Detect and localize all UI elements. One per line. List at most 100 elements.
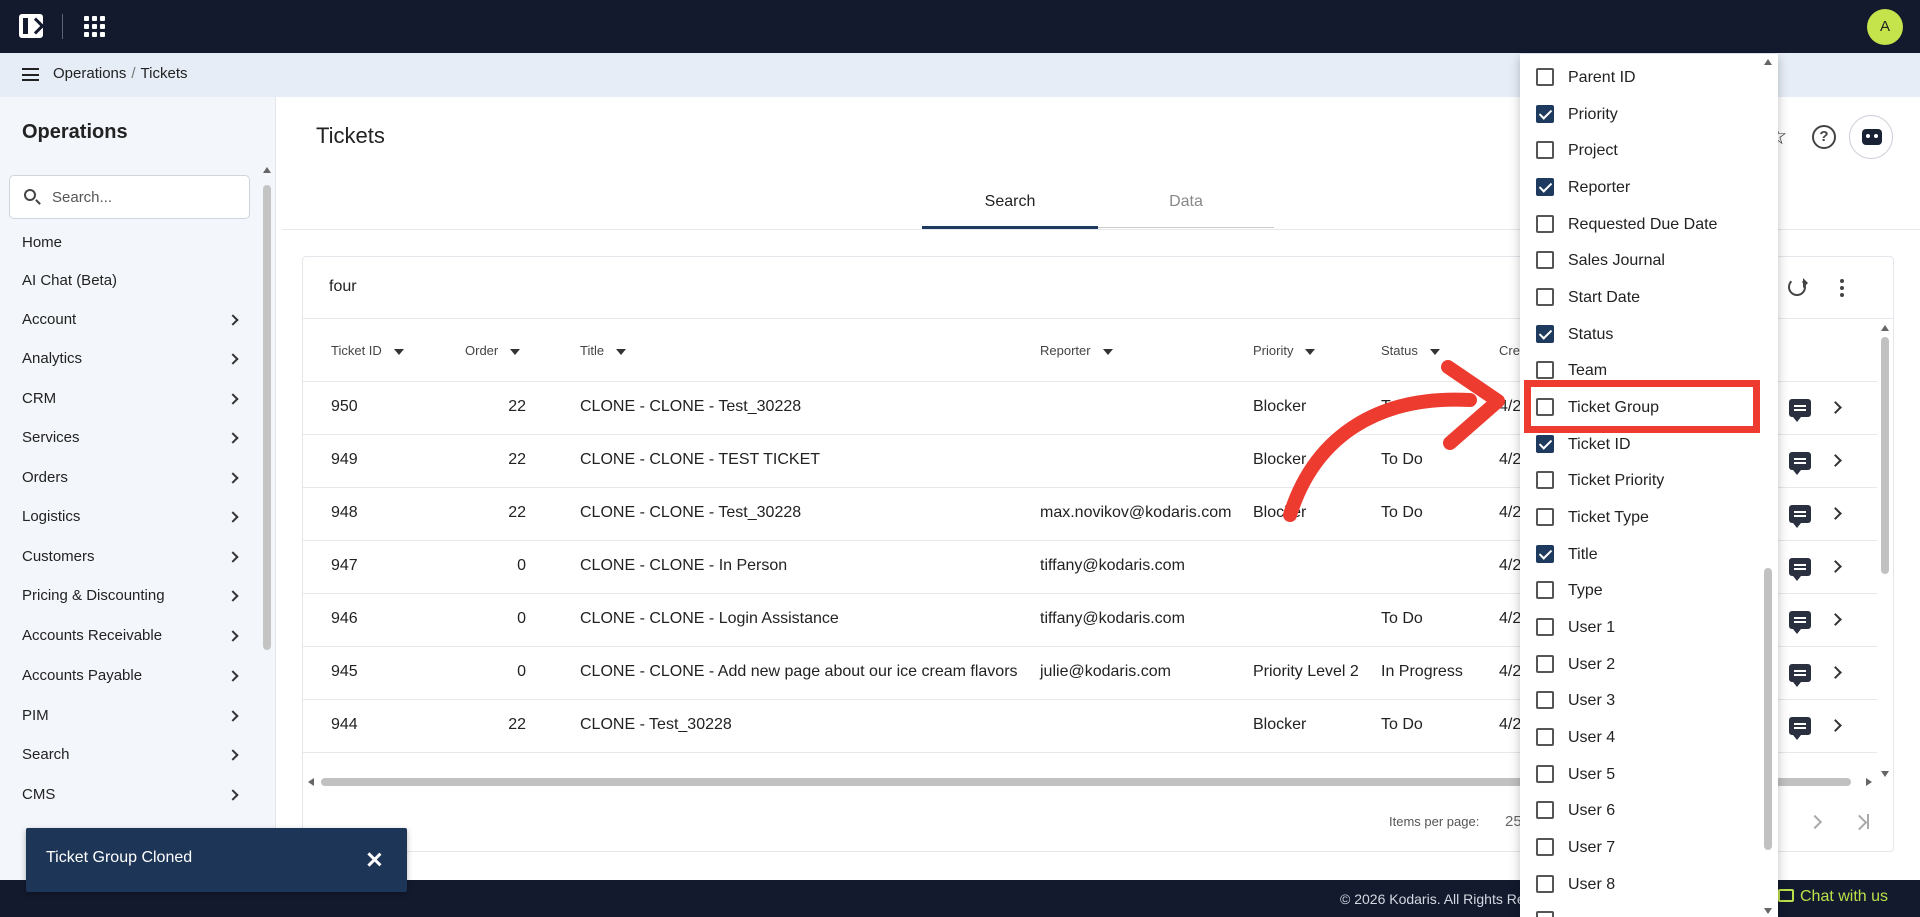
checkbox[interactable] [1536, 361, 1554, 379]
column-option-reporter[interactable]: Reporter [1520, 178, 1738, 208]
refresh-icon[interactable] [1788, 278, 1808, 296]
last-page-icon[interactable] [1853, 813, 1871, 831]
column-option-user-6[interactable]: User 6 [1520, 801, 1738, 831]
comment-icon[interactable] [1789, 452, 1811, 475]
comment-icon[interactable] [1789, 664, 1811, 687]
column-option-ticket-id[interactable]: Ticket ID [1520, 435, 1738, 465]
checkbox[interactable] [1536, 875, 1554, 893]
column-option-title[interactable]: Title [1520, 545, 1738, 575]
table-vertical-scrollbar[interactable] [1880, 323, 1890, 777]
sidebar-item-pricing[interactable]: Pricing & Discounting [22, 587, 239, 611]
comment-icon[interactable] [1789, 611, 1811, 634]
checkbox-checked[interactable] [1536, 545, 1554, 563]
comment-icon[interactable] [1789, 717, 1811, 740]
column-option-requested-due-date[interactable]: Requested Due Date [1520, 215, 1738, 245]
column-option-priority[interactable]: Priority [1520, 105, 1738, 135]
column-option-sales-journal[interactable]: Sales Journal [1520, 251, 1738, 281]
checkbox[interactable] [1536, 911, 1554, 917]
comment-icon[interactable] [1789, 399, 1811, 422]
sidebar-item-account[interactable]: Account [22, 311, 239, 335]
sidebar-item-analytics[interactable]: Analytics [22, 350, 239, 374]
option-label: Ticket Type [1568, 509, 1649, 526]
column-option-user-8[interactable]: User 8 [1520, 875, 1738, 905]
checkbox[interactable] [1536, 581, 1554, 599]
column-option-user-2[interactable]: User 2 [1520, 655, 1738, 685]
column-header-order[interactable]: Order [465, 343, 521, 358]
sort-caret-icon[interactable] [616, 348, 627, 355]
tab-data[interactable]: Data [1098, 193, 1274, 211]
sidebar-item-logistics[interactable]: Logistics [22, 508, 239, 532]
checkbox[interactable] [1536, 215, 1554, 233]
column-option-status[interactable]: Status [1520, 325, 1738, 355]
column-option-user-3[interactable]: User 3 [1520, 691, 1738, 721]
column-header-title[interactable]: Title [580, 343, 627, 358]
close-icon[interactable] [364, 850, 384, 870]
search-query[interactable]: four [329, 278, 357, 296]
checkbox[interactable] [1536, 728, 1554, 746]
checkbox[interactable] [1536, 765, 1554, 783]
column-option-user-7[interactable]: User 7 [1520, 838, 1738, 868]
checkbox[interactable] [1536, 801, 1554, 819]
sort-caret-icon[interactable] [1305, 348, 1316, 355]
sidebar-item-customers[interactable]: Customers [22, 548, 239, 572]
sidebar-item-services[interactable]: Services [22, 429, 239, 453]
sidebar-item-pim[interactable]: PIM [22, 707, 239, 731]
more-options-icon[interactable] [1840, 279, 1844, 297]
sort-caret-icon[interactable] [393, 348, 404, 355]
sidebar-item-orders[interactable]: Orders [22, 469, 239, 493]
column-option-parent-id[interactable]: Parent ID [1520, 68, 1738, 98]
column-option-start-date[interactable]: Start Date [1520, 288, 1738, 318]
checkbox[interactable] [1536, 471, 1554, 489]
column-option-user-5[interactable]: User 5 [1520, 765, 1738, 795]
menu-icon[interactable] [22, 68, 39, 81]
sort-caret-icon[interactable] [1102, 348, 1113, 355]
checkbox[interactable] [1536, 655, 1554, 673]
copyright-text: © 2026 Kodaris. All Rights Re [1340, 891, 1520, 907]
sidebar-item-search[interactable]: Search [22, 746, 239, 770]
sidebar-item-accounts-payable[interactable]: Accounts Payable [22, 667, 239, 691]
sidebar-item-crm[interactable]: CRM [22, 390, 239, 414]
checkbox[interactable] [1536, 288, 1554, 306]
sidebar-item-cms[interactable]: CMS [22, 786, 239, 810]
chat-button[interactable]: Chat with us [1778, 888, 1888, 906]
ai-assistant-button[interactable] [1849, 115, 1893, 159]
help-icon[interactable]: ? [1812, 125, 1836, 149]
sidebar-item-ai-chat[interactable]: AI Chat (Beta) [22, 272, 237, 296]
comment-icon[interactable] [1789, 505, 1811, 528]
column-option-ticket-priority[interactable]: Ticket Priority [1520, 471, 1738, 501]
tab-search[interactable]: Search [922, 193, 1098, 211]
checkbox-checked[interactable] [1536, 178, 1554, 196]
column-header-reporter[interactable]: Reporter [1040, 343, 1113, 358]
column-option-partial[interactable] [1520, 911, 1738, 917]
sidebar-item-home[interactable]: Home [22, 234, 237, 258]
column-option-user-4[interactable]: User 4 [1520, 728, 1738, 758]
checkbox-checked[interactable] [1536, 435, 1554, 453]
checkbox[interactable] [1536, 251, 1554, 269]
checkbox[interactable] [1536, 838, 1554, 856]
comment-icon[interactable] [1789, 558, 1811, 581]
column-header-ticket-id[interactable]: Ticket ID [331, 343, 404, 358]
column-option-project[interactable]: Project [1520, 141, 1738, 171]
breadcrumb-section[interactable]: Operations [53, 65, 126, 82]
checkbox[interactable] [1536, 618, 1554, 636]
checkbox[interactable] [1536, 508, 1554, 526]
sidebar-scrollbar[interactable] [263, 167, 271, 733]
sidebar-item-accounts-receivable[interactable]: Accounts Receivable [22, 627, 239, 651]
column-option-user-1[interactable]: User 1 [1520, 618, 1738, 648]
cell-ticket-id: 949 [331, 451, 358, 468]
column-option-type[interactable]: Type [1520, 581, 1738, 611]
checkbox-checked[interactable] [1536, 325, 1554, 343]
sort-caret-icon[interactable] [510, 348, 521, 355]
checkbox[interactable] [1536, 691, 1554, 709]
kodaris-logo[interactable] [19, 14, 43, 38]
checkbox[interactable] [1536, 141, 1554, 159]
checkbox-checked[interactable] [1536, 105, 1554, 123]
user-avatar[interactable]: A [1867, 9, 1903, 45]
checkbox[interactable] [1536, 68, 1554, 86]
apps-grid-icon[interactable] [84, 16, 105, 37]
column-picker-scrollbar[interactable] [1763, 56, 1773, 916]
column-option-ticket-type[interactable]: Ticket Type [1520, 508, 1738, 538]
sidebar-search[interactable] [9, 175, 250, 219]
sidebar-search-input[interactable] [52, 186, 242, 208]
sort-caret-icon[interactable] [1429, 348, 1440, 355]
